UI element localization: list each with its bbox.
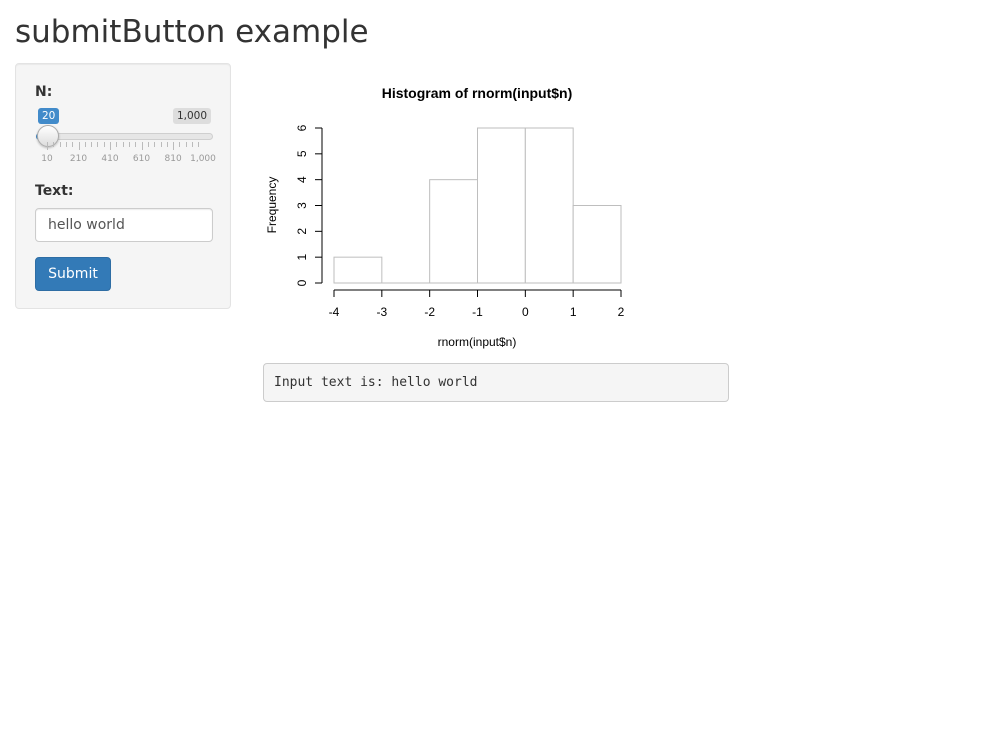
slider-minor-tick [59, 142, 61, 147]
slider-minor-tick [166, 142, 168, 147]
histogram-bars [333, 127, 622, 284]
slider-minor-tick [147, 142, 149, 147]
x-tick-label: -3 [376, 305, 387, 319]
x-tick-label: -2 [424, 305, 435, 319]
x-tick-label: 1 [570, 305, 577, 319]
slider-tick-label: 810 [164, 154, 182, 164]
slider-minor-tick [97, 142, 99, 147]
slider-label: N: [35, 84, 53, 100]
page-title: submitButton example [15, 14, 369, 50]
slider-major-tick [78, 142, 80, 150]
submit-button[interactable]: Submit [35, 257, 111, 291]
y-tick-label: 0 [295, 279, 309, 286]
y-tick-label: 5 [295, 150, 309, 157]
slider-minor-tick [198, 142, 200, 147]
slider-minor-tick [84, 142, 86, 147]
text-input[interactable] [35, 208, 213, 242]
x-tick-label: -1 [472, 305, 483, 319]
slider-tick-label: 610 [132, 154, 151, 164]
slider-tick-label: 1,000 [190, 154, 216, 164]
slider-tick-label: 10 [41, 154, 53, 164]
x-tick-label: -4 [329, 305, 340, 319]
chart-x-axis-label: rnorm(input$n) [438, 335, 517, 349]
histogram-bar [429, 179, 479, 284]
slider-major-tick [110, 142, 111, 150]
histogram-bar [333, 256, 383, 284]
histogram-bar [572, 205, 622, 284]
x-tick-label: 2 [618, 305, 625, 319]
y-tick-label: 6 [295, 124, 309, 131]
slider-minor-tick [103, 142, 105, 147]
slider-minor-tick [65, 142, 67, 147]
slider-minor-tick [128, 142, 130, 147]
slider-minor-tick [122, 142, 124, 147]
slider-minor-tick [160, 142, 162, 147]
histogram-bar [524, 127, 574, 284]
slider-max-badge: 1,000 [172, 108, 211, 124]
y-tick-label: 2 [295, 228, 309, 235]
y-tick-label: 4 [295, 176, 309, 183]
slider-tick-label: 410 [101, 154, 119, 164]
slider-minor-tick [192, 142, 193, 147]
slider-minor-tick [135, 142, 137, 147]
histogram-bar [477, 127, 526, 284]
slider-minor-tick [179, 142, 181, 147]
chart-y-axis-label: Frequency [265, 177, 279, 234]
slider-minor-tick [154, 142, 156, 147]
slider-track[interactable] [36, 133, 213, 140]
slider-minor-tick [53, 142, 55, 147]
y-tick-label: 1 [295, 254, 309, 261]
slider-major-tick [141, 142, 143, 150]
slider-minor-tick [116, 142, 118, 147]
slider-value-badge: 20 [38, 108, 60, 124]
slider-tick-label: 210 [69, 154, 88, 164]
x-tick-label: 0 [522, 305, 529, 319]
sidebar-panel: N: 20 1,000 10 210 410 610 810 1,000 Text: Su… [15, 63, 231, 309]
chart-title: Histogram of rnorm(input$n) [382, 85, 573, 101]
slider-minor-tick [185, 142, 187, 147]
output-text: Input text is: hello world [263, 363, 729, 402]
text-input-label: Text: [35, 183, 74, 199]
slider-major-tick [47, 142, 48, 150]
slider-major-tick [173, 142, 175, 150]
slider-minor-tick [72, 142, 74, 147]
histogram-chart: Histogram of rnorm(input$n) Frequency rn… [265, 85, 625, 349]
y-tick-label: 3 [295, 202, 309, 209]
slider-grid: 10 210 410 610 810 1,000 [16, 142, 232, 166]
slider-minor-tick [91, 142, 93, 147]
